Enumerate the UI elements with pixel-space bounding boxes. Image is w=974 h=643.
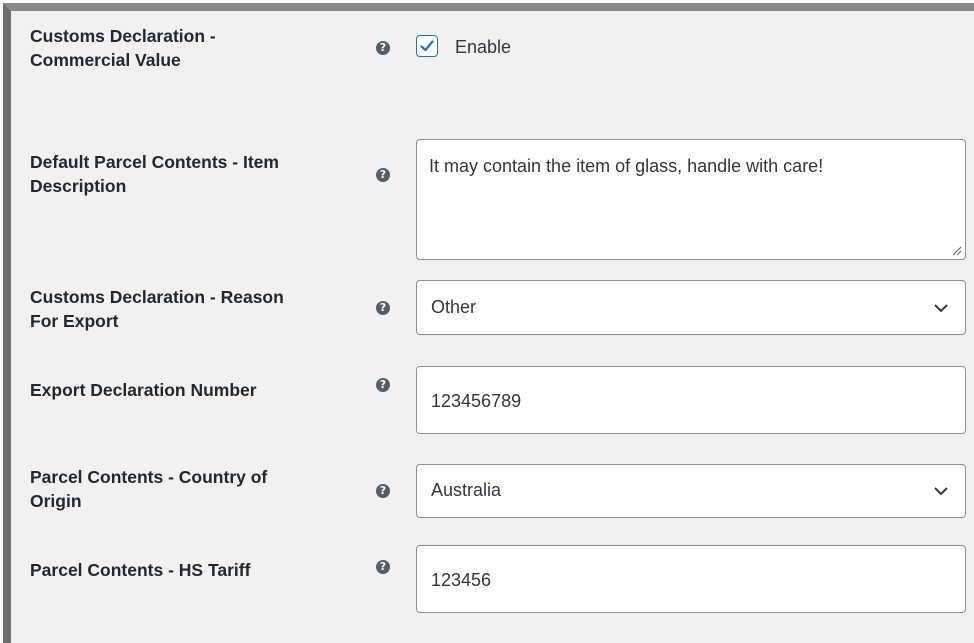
- label-line: Customs Declaration - Reason: [30, 287, 284, 307]
- label-line: Origin: [30, 491, 82, 511]
- label-line: Description: [30, 176, 127, 196]
- label-line: Commercial Value: [30, 50, 181, 70]
- question-circle-icon[interactable]: ?: [376, 301, 390, 315]
- commercial-value-label: Customs Declaration - Commercial Value: [30, 24, 360, 72]
- export-declaration-number-input[interactable]: 123456789: [416, 366, 966, 434]
- question-circle-icon[interactable]: ?: [376, 484, 390, 498]
- chevron-down-icon: [934, 487, 948, 496]
- hs-tariff-value: 123456: [431, 570, 492, 590]
- label-line: Default Parcel Contents - Item: [30, 152, 279, 172]
- chevron-down-icon: [934, 303, 948, 312]
- label-line: Parcel Contents - Country of: [30, 467, 268, 487]
- commercial-value-checkbox[interactable]: [416, 35, 438, 57]
- reason-for-export-label: Customs Declaration - Reason For Export: [30, 285, 360, 333]
- question-circle-icon[interactable]: ?: [376, 168, 390, 182]
- item-description-textarea[interactable]: It may contain the item of glass, handle…: [416, 139, 966, 260]
- label-line: For Export: [30, 311, 119, 331]
- reason-for-export-selected: Other: [431, 297, 477, 317]
- item-description-value: It may contain the item of glass, handle…: [429, 156, 824, 176]
- question-circle-icon[interactable]: ?: [376, 41, 390, 55]
- label-line: Export Declaration Number: [30, 380, 257, 400]
- country-of-origin-label: Parcel Contents - Country of Origin: [30, 465, 360, 513]
- country-of-origin-selected: Australia: [431, 480, 502, 500]
- question-circle-icon[interactable]: ?: [376, 560, 390, 574]
- resize-handle-icon[interactable]: [952, 246, 962, 256]
- country-of-origin-select[interactable]: Australia: [416, 464, 966, 518]
- question-circle-icon[interactable]: ?: [376, 378, 390, 392]
- item-description-label: Default Parcel Contents - Item Descripti…: [30, 150, 360, 198]
- export-declaration-number-value: 123456789: [431, 391, 522, 411]
- reason-for-export-select[interactable]: Other: [416, 280, 966, 335]
- checkmark-icon: [420, 40, 434, 52]
- hs-tariff-label: Parcel Contents - HS Tariff: [30, 558, 360, 582]
- label-line: Parcel Contents - HS Tariff: [30, 560, 251, 580]
- commercial-value-enable-label[interactable]: Enable: [455, 36, 511, 58]
- hs-tariff-input[interactable]: 123456: [416, 545, 966, 613]
- export-declaration-number-label: Export Declaration Number: [30, 378, 360, 402]
- label-line: Customs Declaration -: [30, 26, 216, 46]
